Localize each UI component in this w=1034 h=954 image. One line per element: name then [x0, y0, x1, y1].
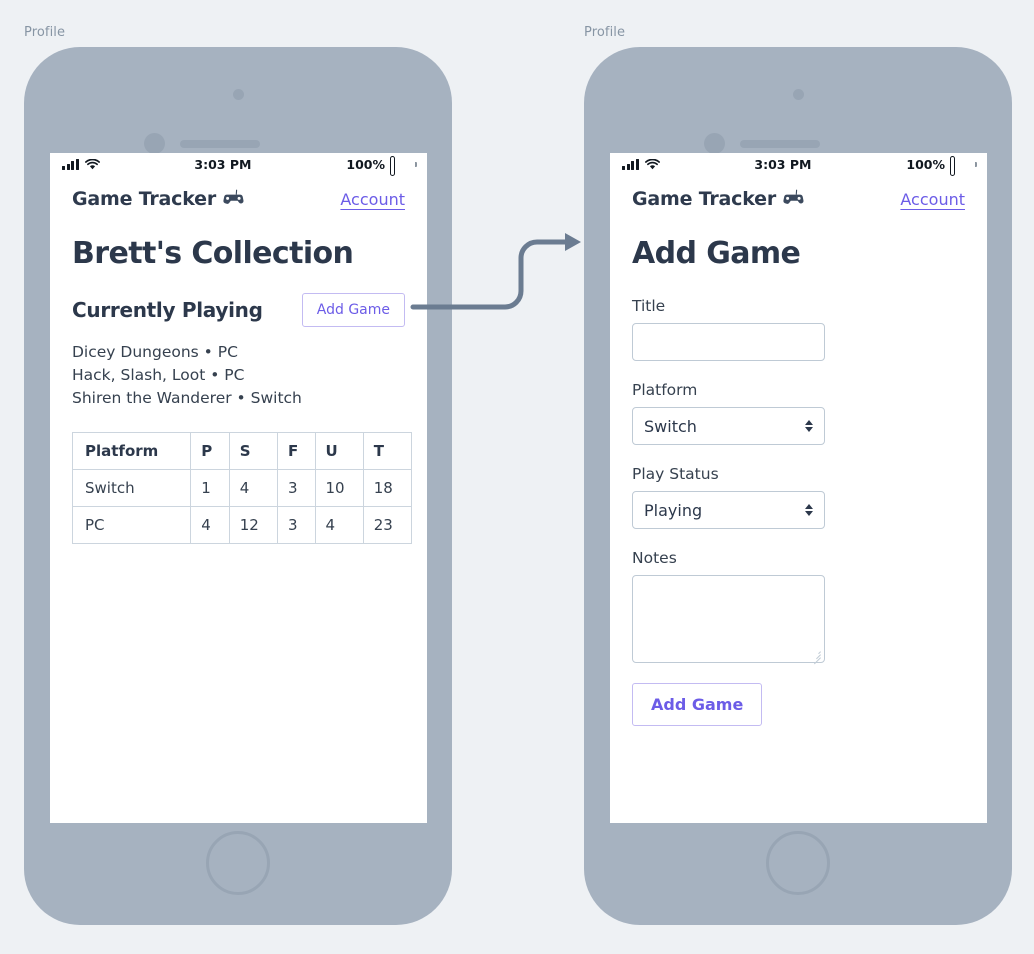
proximity-sensor-icon: [704, 133, 725, 154]
app-header: Game Tracker Account: [610, 175, 987, 220]
column-header-platform: Platform: [71, 432, 192, 470]
app-header: Game Tracker Account: [50, 175, 427, 220]
section-title-currently-playing: Currently Playing: [72, 298, 263, 322]
home-button[interactable]: [766, 831, 830, 895]
battery-percent: 100%: [346, 156, 385, 172]
list-item: Hack, Slash, Loot • PC: [72, 366, 245, 384]
home-button[interactable]: [206, 831, 270, 895]
notes-textarea[interactable]: [632, 575, 825, 665]
column-header-u: U: [314, 432, 364, 470]
app-title-text: Game Tracker: [632, 188, 777, 210]
table-row: Switch 1 4 3 10 18: [71, 469, 413, 507]
wireframe-canvas: Profile 3:03 PM 100% Game Tracker Accoun…: [0, 0, 1034, 954]
proximity-sensor-icon: [144, 133, 165, 154]
battery-full-icon: [390, 155, 417, 176]
earpiece-speaker: [740, 140, 820, 148]
cell-f: 3: [276, 506, 316, 544]
currently-playing-list: Dicey Dungeons • PC Hack, Slash, Loot • …: [72, 341, 405, 410]
cellular-signal-icon: [622, 158, 639, 170]
field-title: Title: [632, 297, 965, 361]
label-title: Title: [632, 297, 666, 315]
account-link[interactable]: Account: [340, 190, 405, 209]
resize-handle-icon[interactable]: [811, 649, 821, 665]
field-play-status: Play Status Playing: [632, 465, 965, 529]
app-title: Game Tracker: [632, 188, 804, 210]
phone-mockup-left: 3:03 PM 100% Game Tracker Account Brett'…: [24, 47, 452, 925]
page-title: Add Game: [632, 236, 801, 271]
cellular-signal-icon: [62, 158, 79, 170]
screen-label-right: Profile: [584, 25, 626, 40]
section-header-row: Currently Playing Add Game: [72, 293, 405, 327]
platform-stats-table: Platform P S F U T Switch 1 4 3 10 18 PC…: [71, 432, 413, 544]
status-bar: 3:03 PM 100%: [50, 153, 427, 176]
account-link[interactable]: Account: [900, 190, 965, 209]
cell-p: 1: [190, 469, 230, 507]
status-time: 3:03 PM: [194, 156, 252, 172]
cell-s: 4: [228, 469, 278, 507]
page-body-left: Brett's Collection Currently Playing Add…: [50, 236, 427, 544]
stepper-arrows-icon: [805, 420, 813, 432]
app-title-text: Game Tracker: [72, 188, 217, 210]
table-header-row: Platform P S F U T: [71, 432, 413, 470]
platform-select[interactable]: Switch: [632, 407, 825, 445]
device-screen-right: 3:03 PM 100% Game Tracker Account Add Ga…: [610, 153, 987, 823]
list-item: Dicey Dungeons • PC: [72, 343, 238, 361]
column-header-t: T: [362, 432, 413, 470]
add-game-button[interactable]: Add Game: [301, 293, 405, 327]
label-platform: Platform: [632, 381, 698, 399]
status-bar: 3:03 PM 100%: [610, 153, 987, 176]
app-title: Game Tracker: [72, 188, 244, 210]
label-notes: Notes: [632, 549, 677, 567]
play-status-select[interactable]: Playing: [632, 491, 825, 529]
battery-percent: 100%: [906, 156, 945, 172]
add-game-submit-button[interactable]: Add Game: [632, 683, 763, 726]
cell-t: 18: [362, 469, 413, 507]
phone-mockup-right: 3:03 PM 100% Game Tracker Account Add Ga…: [584, 47, 1012, 925]
cell-u: 10: [314, 469, 364, 507]
play-status-select-value: Playing: [644, 500, 703, 520]
cell-t: 23: [362, 506, 413, 544]
cell-p: 4: [190, 506, 230, 544]
gamepad-icon: [223, 188, 244, 210]
field-notes: Notes: [632, 549, 965, 665]
title-input[interactable]: [632, 323, 825, 361]
stepper-arrows-icon: [805, 504, 813, 516]
table-row: PC 4 12 3 4 23: [71, 506, 413, 544]
cell-platform: PC: [71, 506, 192, 544]
column-header-f: F: [276, 432, 316, 470]
page-title: Brett's Collection: [72, 236, 354, 271]
add-game-form: Title Platform Switch Play Status Playin…: [632, 297, 965, 726]
column-header-s: S: [228, 432, 278, 470]
screen-label-left: Profile: [24, 25, 66, 40]
wifi-icon: [84, 158, 100, 170]
cell-u: 4: [314, 506, 364, 544]
column-header-p: P: [190, 432, 230, 470]
cell-platform: Switch: [71, 469, 192, 507]
device-screen-left: 3:03 PM 100% Game Tracker Account Brett'…: [50, 153, 427, 823]
page-body-right: Add Game Title Platform Switch Play Stat…: [610, 236, 987, 726]
gamepad-icon: [783, 188, 804, 210]
platform-select-value: Switch: [644, 416, 697, 436]
list-item: Shiren the Wanderer • Switch: [72, 389, 302, 407]
label-play-status: Play Status: [632, 465, 719, 483]
field-platform: Platform Switch: [632, 381, 965, 445]
cell-s: 12: [228, 506, 278, 544]
wifi-icon: [644, 158, 660, 170]
battery-full-icon: [950, 155, 977, 176]
status-time: 3:03 PM: [754, 156, 812, 172]
earpiece-speaker: [180, 140, 260, 148]
front-camera-icon: [793, 89, 804, 100]
cell-f: 3: [276, 469, 316, 507]
front-camera-icon: [233, 89, 244, 100]
